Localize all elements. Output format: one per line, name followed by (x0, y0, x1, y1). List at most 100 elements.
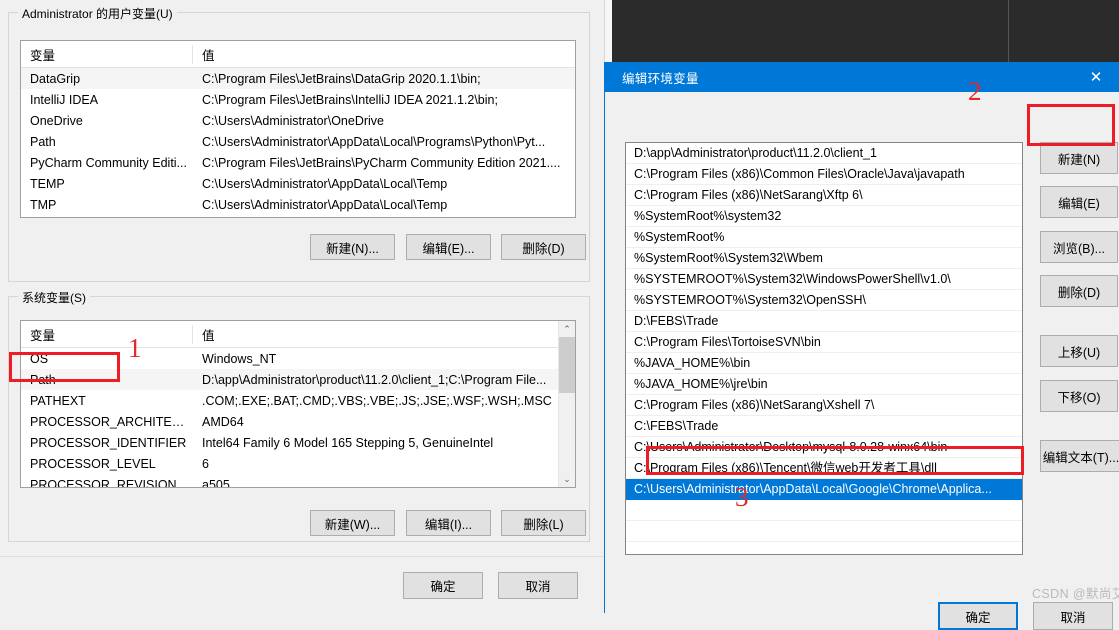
variable-name-cell: TMP (30, 197, 57, 212)
path-entry-row[interactable]: %SystemRoot% (626, 227, 1022, 248)
scrollbar-thumb[interactable] (559, 337, 575, 393)
path-delete-button[interactable]: 删除(D) (1040, 275, 1118, 307)
variable-value-cell: C:\Users\Administrator\OneDrive (202, 113, 384, 128)
variable-value-cell: C:\Program Files\JetBrains\PyCharm Commu… (202, 155, 561, 170)
variable-name-cell: PROCESSOR_REVISION (30, 477, 177, 488)
variable-value-cell: Intel64 Family 6 Model 165 Stepping 5, G… (202, 435, 494, 450)
system-variables-list[interactable]: 变量 值 OS Windows_NT Path D:\app\Administrato… (20, 320, 576, 488)
variable-value-cell: C:\Users\Administrator\AppData\Local\Pro… (202, 134, 546, 149)
variable-value-cell: C:\Users\Administrator\AppData\Local\Tem… (202, 176, 448, 191)
path-move-down-button[interactable]: 下移(O) (1040, 380, 1118, 412)
path-entry-row[interactable]: D:\FEBS\Trade (626, 311, 1022, 332)
table-row[interactable]: TEMP C:\Users\Administrator\AppData\Local… (21, 173, 575, 194)
table-row[interactable]: PATHEXT .COM;.EXE;.BAT;.CMD;.VBS;.VBE;.JS… (21, 390, 575, 411)
user-edit-button[interactable]: 编辑(E)... (406, 234, 491, 260)
column-header-value[interactable]: 值 (193, 325, 575, 344)
table-row[interactable]: Path C:\Users\Administrator\AppData\Local… (21, 131, 575, 152)
annotation-box-2 (1027, 104, 1115, 146)
path-entry-row[interactable]: %SYSTEMROOT%\System32\WindowsPowerShell\… (626, 269, 1022, 290)
close-icon[interactable]: ✕ (1073, 62, 1119, 92)
annotation-number-2: 2 (968, 76, 982, 106)
variable-name-cell: PROCESSOR_IDENTIFIER (30, 435, 187, 450)
variable-name-cell: PROCESSOR_ARCHITECT... (30, 414, 193, 429)
annotation-number-1: 1 (128, 333, 142, 363)
variable-value-cell: .COM;.EXE;.BAT;.CMD;.VBS;.VBE;.JS;.JSE;.… (202, 393, 552, 408)
path-browse-button[interactable]: 浏览(B)... (1040, 231, 1118, 263)
scroll-up-arrow-icon[interactable]: ⌃ (559, 321, 575, 337)
watermark: CSDN @默尚艾 (1032, 587, 1119, 601)
column-header-value[interactable]: 值 (193, 45, 575, 64)
variable-value-cell: a505 (202, 477, 230, 488)
variable-name-cell: PyCharm Community Editi... (30, 155, 187, 170)
table-row[interactable]: PROCESSOR_REVISION a505 (21, 474, 575, 488)
path-entry-row[interactable]: C:\Program Files (x86)\Common Files\Orac… (626, 164, 1022, 185)
table-row[interactable]: DataGrip C:\Program Files\JetBrains\DataG… (21, 68, 575, 89)
annotation-number-3: 3 (735, 482, 749, 512)
footer-divider (0, 556, 604, 557)
scroll-down-arrow-icon[interactable]: ⌄ (559, 471, 575, 487)
user-delete-button[interactable]: 删除(D) (501, 234, 586, 260)
path-entry-row[interactable]: %JAVA_HOME%\bin (626, 353, 1022, 374)
path-entry-row[interactable]: %SYSTEMROOT%\System32\OpenSSH\ (626, 290, 1022, 311)
table-row[interactable]: TMP C:\Users\Administrator\AppData\Local\… (21, 194, 575, 215)
variable-value-cell: 6 (202, 456, 209, 471)
dialog-titlebar: 编辑环境变量 ✕ (605, 62, 1119, 92)
path-entry-empty-row[interactable] (626, 500, 1022, 521)
column-header-variable[interactable]: 变量 (21, 324, 193, 344)
path-entry-row[interactable]: %JAVA_HOME%\jre\bin (626, 374, 1022, 395)
dialog-ok-button[interactable]: 确定 (938, 602, 1018, 630)
path-new-button[interactable]: 新建(N) (1040, 142, 1118, 174)
annotation-box-3 (646, 446, 1024, 475)
variable-value-cell: AMD64 (202, 414, 244, 429)
background-app-dark-area (612, 0, 1119, 66)
path-entry-row[interactable]: C:\FEBS\Trade (626, 416, 1022, 437)
table-row[interactable]: IntelliJ IDEA C:\Program Files\JetBrains\… (21, 89, 575, 110)
variable-name-cell: IntelliJ IDEA (30, 92, 99, 107)
system-edit-button[interactable]: 编辑(I)... (406, 510, 491, 536)
table-row[interactable]: PROCESSOR_IDENTIFIER Intel64 Family 6 Mod… (21, 432, 575, 453)
user-variables-group-title: Administrator 的用户变量(U) (18, 5, 177, 22)
ok-button[interactable]: 确定 (403, 572, 483, 599)
path-edit-text-button[interactable]: 编辑文本(T)... (1040, 440, 1119, 472)
system-new-button[interactable]: 新建(W)... (310, 510, 395, 536)
variable-value-cell: C:\Users\Administrator\AppData\Local\Tem… (202, 197, 448, 212)
user-variables-list[interactable]: 变量 值 DataGrip C:\Program Files\JetBrains\… (20, 40, 576, 218)
path-edit-button[interactable]: 编辑(E) (1040, 186, 1118, 218)
dialog-body: D:\app\Administrator\product\11.2.0\clie… (605, 92, 1119, 630)
variable-value-cell: C:\Program Files\JetBrains\DataGrip 2020… (202, 71, 481, 86)
system-delete-button[interactable]: 删除(L) (501, 510, 586, 536)
path-entries-list[interactable]: D:\app\Administrator\product\11.2.0\clie… (625, 142, 1023, 555)
path-entry-row[interactable]: %SystemRoot%\System32\Wbem (626, 248, 1022, 269)
path-entry-row[interactable]: C:\Program Files (x86)\NetSarang\Xftp 6\ (626, 185, 1022, 206)
background-app-divider (1008, 0, 1009, 66)
user-variables-list-header: 变量 值 (21, 41, 575, 68)
variable-name-cell: PATHEXT (30, 393, 86, 408)
table-row[interactable]: PROCESSOR_LEVEL 6 (21, 453, 575, 474)
path-entry-row[interactable]: C:\Users\Administrator\AppData\Local\Goo… (626, 479, 1022, 500)
cancel-button[interactable]: 取消 (498, 572, 578, 599)
environment-variables-window: Administrator 的用户变量(U) 变量 值 DataGrip C:\P… (0, 0, 604, 613)
path-entry-row[interactable]: C:\Program Files\TortoiseSVN\bin (626, 332, 1022, 353)
annotation-box-1 (9, 352, 120, 382)
path-entry-row[interactable]: C:\Program Files (x86)\NetSarang\Xshell … (626, 395, 1022, 416)
path-entry-row[interactable]: D:\app\Administrator\product\11.2.0\clie… (626, 143, 1022, 164)
system-variables-scrollbar[interactable]: ⌃ ⌄ (558, 321, 575, 487)
variable-value-cell: Windows_NT (202, 351, 277, 366)
variable-value-cell: C:\Program Files\JetBrains\IntelliJ IDEA… (202, 92, 498, 107)
path-move-up-button[interactable]: 上移(U) (1040, 335, 1118, 367)
column-header-variable[interactable]: 变量 (21, 44, 193, 64)
variable-name-cell: DataGrip (30, 71, 81, 86)
path-entry-empty-row[interactable] (626, 542, 1022, 554)
user-new-button[interactable]: 新建(N)... (310, 234, 395, 260)
path-entry-row[interactable]: %SystemRoot%\system32 (626, 206, 1022, 227)
path-entry-empty-row[interactable] (626, 521, 1022, 542)
user-variables-rows: DataGrip C:\Program Files\JetBrains\DataG… (21, 68, 575, 215)
table-row[interactable]: OneDrive C:\Users\Administrator\OneDrive (21, 110, 575, 131)
table-row[interactable]: PROCESSOR_ARCHITECT... AMD64 (21, 411, 575, 432)
dialog-cancel-button[interactable]: 取消 (1033, 602, 1113, 630)
variable-name-cell: OneDrive (30, 113, 83, 128)
table-row[interactable]: PyCharm Community Editi... C:\Program Fil… (21, 152, 575, 173)
variable-name-cell: PROCESSOR_LEVEL (30, 456, 156, 471)
dialog-title: 编辑环境变量 (622, 71, 699, 86)
system-variables-list-header: 变量 值 (21, 321, 575, 348)
